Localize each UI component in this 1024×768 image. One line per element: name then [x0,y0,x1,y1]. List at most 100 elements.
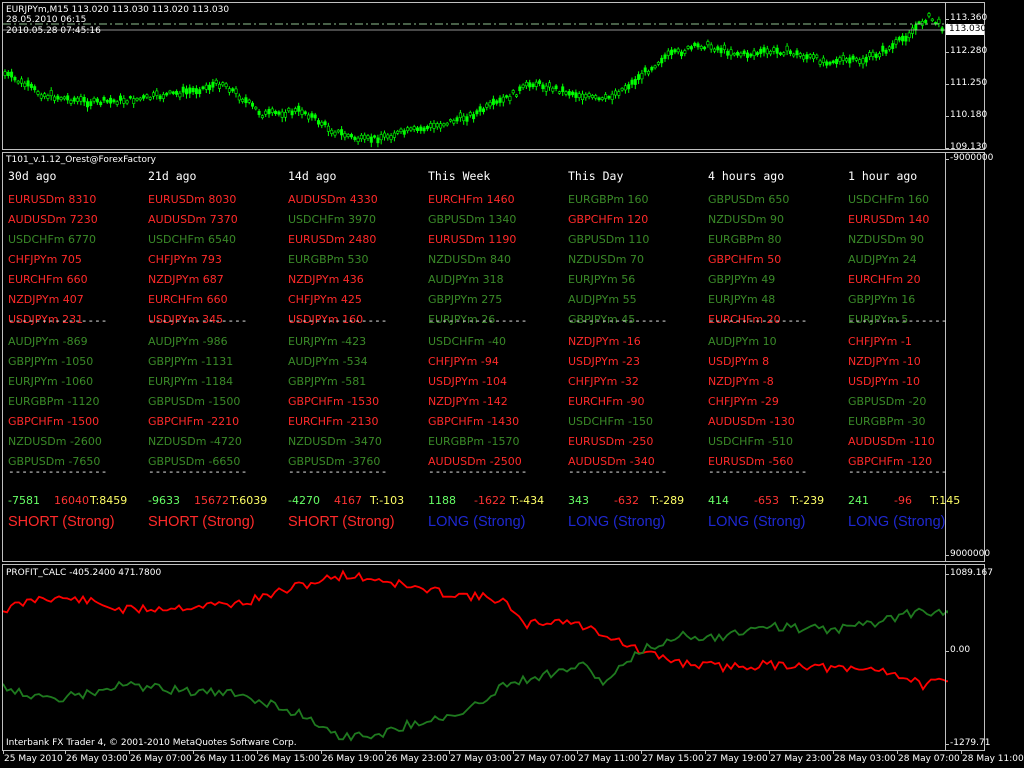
candle-body [861,58,865,65]
separator-line: --------------- [848,465,948,478]
candle-body [742,50,746,55]
price-tick: 109.130 [945,142,988,152]
candle-body [119,95,123,101]
profit-scale: 1089.167 0.00 -1279.71 [945,565,993,750]
time-label: 27 May 23:00 [769,751,832,764]
profit-calc-pane[interactable]: PROFIT_CALC -405.2400 471.7800 Interbank… [2,564,993,751]
candle-body [185,88,189,95]
separator-line: --------------- [8,465,108,478]
time-label: 26 May 03:00 [65,751,128,764]
signal-label: LONG (Strong) [848,514,946,530]
candle-body [729,49,733,56]
pair-strength-row: CHFJPYm -94 [428,355,499,368]
candle-body [640,73,644,80]
time-label: 28 May 07:00 [897,751,960,764]
candle-body [330,129,334,134]
candle-body [815,54,819,58]
candle-body [722,44,726,50]
candle-body [600,97,604,100]
candle-body [336,129,340,133]
candle-body [666,50,670,56]
pair-strength-row: NZDUSDm -4720 [148,435,242,448]
candle-body [49,90,53,97]
time-label: 28 May 11:00 [961,751,1024,764]
signal-label: LONG (Strong) [708,514,806,530]
pair-strength-row: USDCHFm 6770 [8,233,96,246]
candle-body [505,95,509,98]
candle-body [39,94,43,99]
candle-body [877,53,881,58]
profit-line-green [3,607,948,742]
candle-body [415,127,419,131]
candle-body [208,84,212,91]
candle-body [472,114,476,120]
t101-indicator-pane[interactable]: T101_v.1.12_Orest@ForexFactory -9000000 … [2,152,993,562]
candle-body [340,129,344,136]
pair-strength-row: EURGBPm 160 [568,193,649,206]
total-net: T:-239 [790,494,825,507]
candle-body [204,84,208,90]
candle-body [23,82,27,87]
candle-body [765,48,769,55]
candle-body [940,27,944,32]
candle-body [650,67,654,71]
price-chart-pane[interactable]: EURJPYm,M15 113.020 113.030 113.020 113.… [2,2,988,152]
candle-body [693,42,697,46]
candle-body [194,88,198,95]
pair-strength-row: EURCHFm 660 [8,273,88,286]
candle-body [16,80,20,84]
candle-body [653,65,657,69]
pair-strength-row: GBPJPYm -1131 [148,355,234,368]
candle-body [445,122,449,126]
candle-body [617,91,621,96]
overlay-time: 28.05.2010 06:15 [6,15,87,25]
candle-body [623,85,627,91]
total-long: 343 [568,494,589,507]
candle-body [864,56,868,63]
candle-body [145,94,149,98]
pair-strength-row: USDJPYm -104 [428,375,508,388]
pair-strength-row: EURJPYm 56 [568,273,636,286]
candle-body [178,92,182,98]
candle-body [607,96,611,99]
candle-body [567,91,571,96]
total-net: T:-434 [510,494,545,507]
pair-strength-row: CHFJPYm 705 [8,253,82,266]
candle-body [218,83,222,89]
time-label: 27 May 03:00 [449,751,512,764]
candle-body [435,123,439,128]
candle-body [95,98,99,103]
candle-body [706,41,710,46]
candle-body [531,83,535,88]
candle-body [508,96,512,101]
candle-body [105,99,109,103]
candle-body [211,81,215,88]
candle-body [544,85,548,92]
candle-body [703,46,707,50]
pair-strength-row: EURGBPm 530 [288,253,369,266]
candle-body [283,112,287,118]
candle-body [719,47,723,54]
pair-strength-row: GBPUSDm 650 [708,193,790,206]
pair-strength-row: GBPCHFm -1430 [428,415,520,428]
candle-body [524,81,528,87]
candle-body [152,92,156,97]
pair-strength-row: GBPJPYm 49 [708,273,776,286]
candle-body [6,71,10,76]
total-long: 241 [848,494,869,507]
pair-strength-row: AUDUSDm 7230 [8,213,98,226]
pair-strength-row: EURUSDm 1190 [428,233,517,246]
pair-strength-row: NZDUSDm 90 [848,233,924,246]
candle-body [630,79,634,85]
candle-body [726,50,730,56]
time-label: 27 May 19:00 [705,751,768,764]
candle-body [396,130,400,134]
pair-strength-row: GBPCHFm -1500 [8,415,100,428]
pair-strength-row: EURCHFm 660 [148,293,228,306]
candle-body [679,51,683,57]
pair-strength-row: USDJPYm -10 [848,375,921,388]
candle-body [188,87,192,94]
pair-strength-row: EURCHFm -2130 [288,415,379,428]
total-short: 15672 [194,494,229,507]
candle-body [739,52,743,57]
